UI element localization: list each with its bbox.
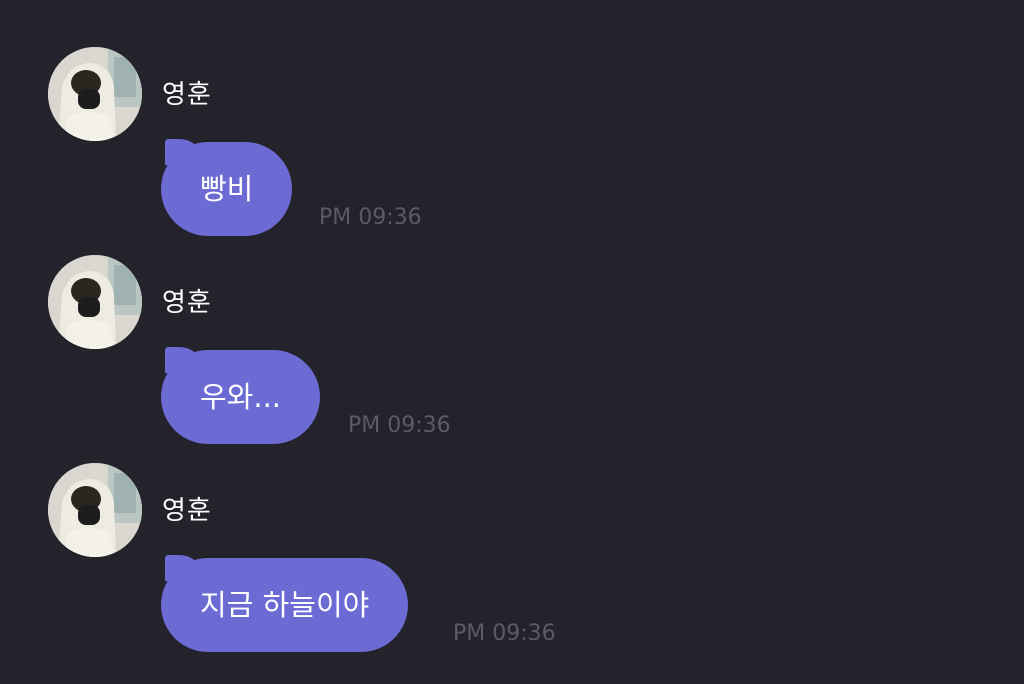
sender-avatar[interactable] — [48, 463, 142, 557]
chat-message-list: 영훈 빵비 PM 09:36 영훈 우와... PM 09:36 영훈 지금 하… — [0, 0, 1024, 684]
message-bubble[interactable]: 우와... — [161, 347, 321, 444]
profile-photo-icon — [48, 255, 142, 349]
message-text: 지금 하늘이야 — [200, 588, 370, 622]
message-group: 영훈 지금 하늘이야 PM 09:36 — [48, 463, 948, 663]
message-group: 영훈 우와... PM 09:36 — [48, 255, 948, 455]
profile-photo-icon — [48, 463, 142, 557]
sender-avatar[interactable] — [48, 47, 142, 141]
message-group: 영훈 빵비 PM 09:36 — [48, 47, 948, 247]
message-timestamp: PM 09:36 — [348, 413, 451, 438]
message-text: 빵비 — [200, 172, 254, 206]
message-timestamp: PM 09:36 — [453, 621, 556, 646]
sender-name: 영훈 — [162, 496, 212, 526]
sender-name: 영훈 — [162, 288, 212, 318]
sender-name: 영훈 — [162, 80, 212, 110]
profile-photo-icon — [48, 47, 142, 141]
message-bubble[interactable]: 빵비 — [161, 139, 293, 236]
message-text: 우와... — [200, 380, 282, 414]
sender-avatar[interactable] — [48, 255, 142, 349]
message-bubble[interactable]: 지금 하늘이야 — [161, 555, 409, 652]
message-timestamp: PM 09:36 — [319, 205, 422, 230]
